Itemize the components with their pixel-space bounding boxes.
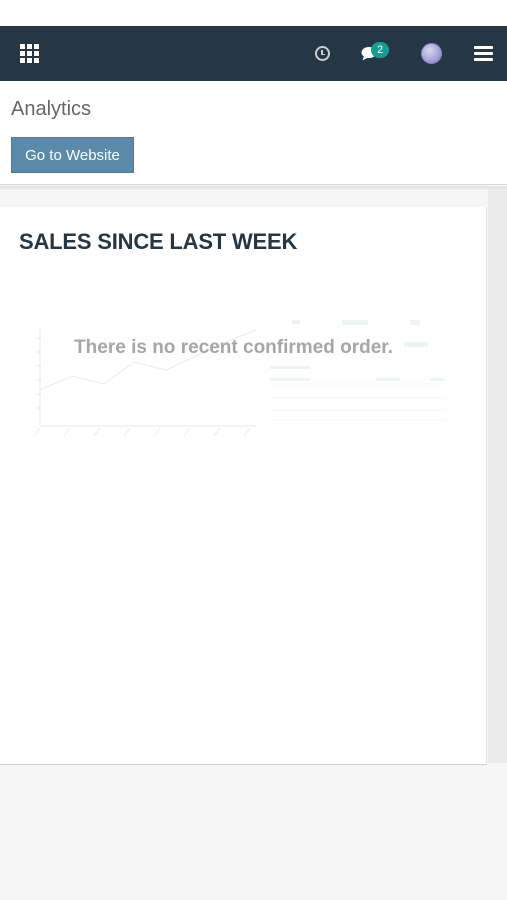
avatar (420, 43, 442, 64)
status-bar (0, 0, 507, 26)
activities-button[interactable] (308, 26, 336, 81)
top-navbar: 2 (0, 26, 507, 81)
sales-dashboard-card: SALES SINCE LAST WEEK (0, 207, 487, 765)
apps-grid-icon (19, 44, 39, 63)
go-to-website-button[interactable]: Go to Website (11, 137, 134, 173)
clock-icon (314, 46, 330, 61)
section-divider (0, 186, 507, 189)
scroll-gutter (488, 189, 507, 763)
messages-count-badge: 2 (371, 42, 389, 58)
user-menu-button[interactable] (416, 26, 446, 81)
empty-state-message: There is no recent confirmed order. (74, 337, 393, 358)
card-title: SALES SINCE LAST WEEK (19, 229, 298, 254)
apps-menu-button[interactable] (8, 26, 50, 81)
page-title: Analytics (11, 98, 92, 120)
hamburger-icon (473, 46, 493, 61)
control-panel: Analytics Go to Website (0, 81, 507, 185)
main-menu-button[interactable] (466, 26, 500, 81)
